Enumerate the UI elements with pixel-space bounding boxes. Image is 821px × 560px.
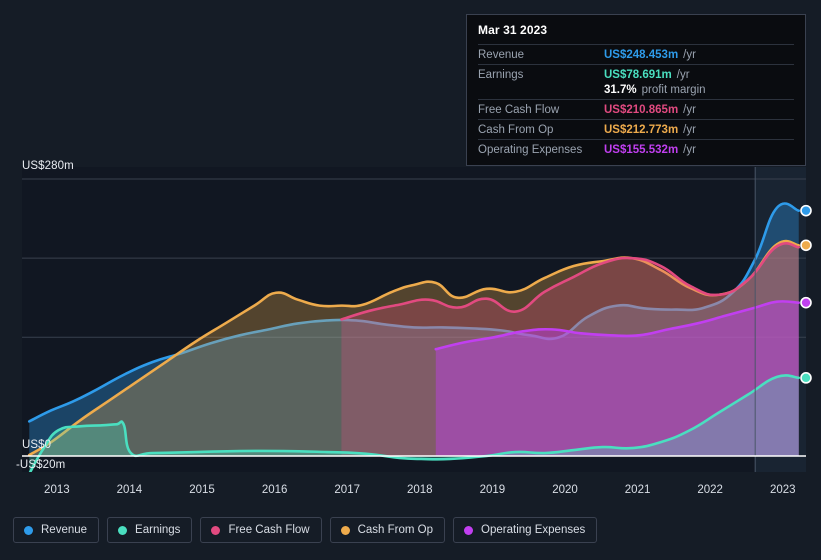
tooltip-row-value: US$212.773m [604,124,679,136]
tooltip-row: Cash From Op US$212.773m/yr [478,119,794,139]
legend-item-label: Free Cash Flow [228,524,310,536]
tooltip-profit-margin-row: 31.7% profit margin [478,84,794,99]
tooltip-row-value: US$210.865m [604,104,679,116]
x-axis-tick: 2023 [769,484,796,496]
legend-item-label: Cash From Op [357,524,434,536]
legend-color-dot-icon [340,525,350,535]
x-axis-tick: 2019 [479,484,506,496]
tooltip-row-label: Earnings [478,69,524,81]
x-axis-tick: 2020 [552,484,578,496]
tooltip-row: Free Cash Flow US$210.865m/yr [478,99,794,119]
legend-item-label: Operating Expenses [481,524,586,536]
tooltip-row-unit: /yr [683,49,696,61]
tooltip-date: Mar 31 2023 [478,23,548,37]
x-axis-tick: 2017 [334,484,360,496]
legend-item-earnings[interactable]: Earnings [107,517,193,543]
tooltip-row-value: US$155.532m [604,144,679,156]
endpoint-marker-earnings [800,372,812,384]
tooltip-row-unit: /yr [676,69,690,81]
legend-item-label: Earnings [135,524,181,536]
chart-legend: Revenue Earnings Free Cash Flow Cash From O… [13,517,598,543]
y-axis-label-bottom: -US$20m [16,459,66,471]
x-axis-tick: 2014 [116,484,143,496]
x-axis-tick: 2022 [697,484,723,496]
chart-page: US$280m US$0 -US$20m 2013 2014 2015 2016 201… [0,0,821,560]
tooltip-rows: Revenue US$248.453m/yr Earnings US$78.691m /… [478,44,794,159]
tooltip-row: Earnings US$78.691m/yr [478,64,794,84]
legend-item-free-cash-flow[interactable]: Free Cash Flow [200,517,322,543]
tooltip-margin-text: profit margin [641,84,706,96]
x-axis-tick: 2015 [189,484,215,496]
tooltip-row: Revenue US$248.453m/yr [478,44,794,64]
tooltip-margin-value: 31.7% [604,84,637,96]
endpoint-marker-revenue [800,204,812,217]
tooltip-row-value: US$78.691m [604,69,672,81]
tooltip-row-label: Free Cash Flow [478,104,560,116]
chart-tooltip: Mar 31 2023 Revenue US$248.453m/yr Earning… [466,14,806,166]
legend-color-dot-icon [118,525,128,535]
x-axis-tick: 2013 [44,484,70,496]
tooltip-row-unit: /yr [683,104,696,116]
legend-item-revenue[interactable]: Revenue [13,517,100,543]
legend-item-cash-from-op[interactable]: Cash From Op [329,517,446,543]
tooltip-row-value: US$248.453m [604,49,679,61]
x-axis-tick: 2021 [624,484,651,496]
x-axis-tick: 2018 [407,484,433,496]
legend-item-label: Revenue [41,524,88,536]
legend-color-dot-icon [211,525,221,535]
legend-color-dot-icon [464,525,474,535]
x-axis-tick: 2016 [261,484,288,496]
tooltip-row: Operating Expenses US$155.532m/yr [478,139,794,159]
tooltip-row-label: Operating Expenses [478,144,583,156]
tooltip-row-label: Cash From Op [478,124,554,136]
endpoint-marker-cash-from-op [800,239,812,252]
legend-color-dot-icon [24,525,33,535]
y-axis-label-zero: US$0 [22,439,52,451]
legend-item-operating-expenses[interactable]: Operating Expenses [453,517,598,543]
tooltip-row-unit: /yr [683,124,696,136]
endpoint-marker-operating-expenses [800,296,812,309]
tooltip-row-label: Revenue [478,49,525,61]
y-axis-label-top: US$280m [22,160,74,172]
tooltip-row-unit: /yr [683,144,696,156]
